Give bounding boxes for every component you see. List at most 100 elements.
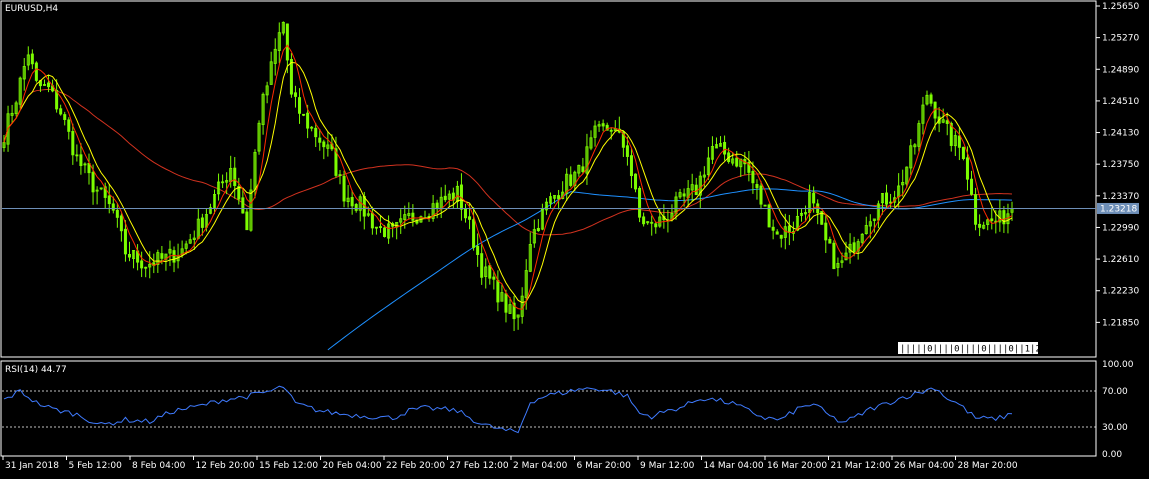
candle-body bbox=[625, 145, 629, 157]
candle-body bbox=[787, 225, 791, 233]
y-tick-label: 1.22610 bbox=[1102, 255, 1139, 265]
y-tick-label: 1.25270 bbox=[1102, 34, 1139, 44]
candle-body bbox=[828, 238, 832, 244]
rsi-tick-label: 70.00 bbox=[1102, 387, 1128, 397]
y-tick-label: 1.22230 bbox=[1102, 287, 1139, 297]
current-price-label: 1.23218 bbox=[1100, 204, 1137, 214]
candle-body bbox=[200, 217, 204, 228]
rsi-tick-label: 0.00 bbox=[1102, 450, 1122, 460]
ma-line-140 bbox=[327, 188, 1013, 351]
candle-body bbox=[723, 142, 727, 155]
x-tick-label: 12 Feb 20:00 bbox=[196, 461, 255, 471]
candle-body bbox=[957, 135, 961, 148]
x-tick-label: 28 Mar 20:00 bbox=[958, 461, 1018, 471]
candle-body bbox=[961, 146, 965, 160]
candle-body bbox=[172, 250, 176, 263]
candle-body bbox=[978, 223, 982, 228]
trading-chart-window[interactable]: 100.00 70.00 30.00 0.00 1.25650 1.25270 1.248… bbox=[0, 0, 1149, 475]
y-tick-label: 1.23370 bbox=[1102, 192, 1139, 202]
countdown-text: |||||0||||0||||0||||0||1|22:30 bbox=[900, 345, 1063, 355]
x-tick-label: 21 Mar 12:00 bbox=[831, 461, 891, 471]
chart-canvas[interactable]: 100.00 70.00 30.00 0.00 1.25650 1.25270 1.248… bbox=[0, 0, 1149, 475]
candle-body bbox=[47, 82, 51, 88]
candle-body bbox=[374, 226, 378, 229]
candle-body bbox=[435, 202, 439, 210]
candle-body bbox=[557, 195, 561, 200]
candle-body bbox=[443, 195, 447, 201]
x-tick-label: 26 Mar 04:00 bbox=[894, 461, 954, 471]
candle-body bbox=[111, 203, 115, 211]
candle-body bbox=[160, 253, 164, 259]
candle-body bbox=[127, 254, 132, 258]
candle-body bbox=[115, 209, 119, 218]
candle-body bbox=[812, 192, 816, 204]
rsi-tick-label: 30.00 bbox=[1102, 423, 1128, 433]
x-tick-label: 8 Feb 04:00 bbox=[132, 461, 186, 471]
candle-body bbox=[504, 293, 508, 313]
candle-body bbox=[123, 228, 127, 255]
candle-body bbox=[581, 166, 585, 173]
candle-body bbox=[75, 154, 79, 157]
rsi-title: RSI(14) 44.77 bbox=[5, 365, 67, 375]
candle-body bbox=[601, 123, 605, 127]
candle-body bbox=[682, 193, 686, 197]
candle-body bbox=[298, 97, 302, 114]
candle-body bbox=[30, 53, 34, 65]
candle-body bbox=[59, 108, 63, 115]
candle-body bbox=[314, 127, 318, 138]
candle-body bbox=[119, 215, 123, 232]
candle-body bbox=[638, 187, 642, 218]
candle-body bbox=[488, 265, 492, 279]
candle-body bbox=[759, 185, 763, 205]
candle-body bbox=[285, 23, 289, 61]
x-tick-label: 16 Mar 20:00 bbox=[767, 461, 827, 471]
candle-body bbox=[370, 212, 374, 229]
candle-body bbox=[735, 157, 739, 167]
y-tick-label: 1.24510 bbox=[1102, 97, 1139, 107]
y-tick-label: 1.21850 bbox=[1102, 318, 1139, 328]
candle-body bbox=[302, 113, 306, 116]
candle-body bbox=[472, 219, 476, 248]
candle-body bbox=[763, 204, 767, 207]
candle-body bbox=[496, 279, 500, 303]
rsi-pane-frame bbox=[0, 360, 1097, 457]
ma-line-50 bbox=[3, 88, 1013, 236]
candle-body bbox=[237, 186, 241, 200]
candle-body bbox=[974, 194, 978, 225]
candle-body bbox=[241, 197, 245, 214]
candle-body bbox=[322, 141, 326, 148]
candle-body bbox=[342, 175, 346, 202]
candle-body bbox=[463, 208, 468, 219]
x-tick-label: 6 Mar 20:00 bbox=[577, 461, 632, 471]
candle-body bbox=[852, 242, 856, 253]
candle-body bbox=[775, 231, 779, 235]
candle-body bbox=[480, 253, 484, 278]
candle-body bbox=[824, 222, 828, 241]
candle-body bbox=[144, 266, 148, 269]
ma-line-8 bbox=[3, 62, 1013, 304]
candle-body bbox=[609, 129, 613, 132]
candle-body bbox=[771, 226, 775, 231]
symbol-title: EURUSD,H4 bbox=[5, 4, 58, 14]
candle-body bbox=[383, 227, 387, 237]
candle-body bbox=[233, 167, 237, 187]
main-pane-frame bbox=[0, 0, 1097, 358]
candle-body bbox=[751, 171, 755, 184]
candle-body bbox=[970, 178, 974, 195]
candlestick-series bbox=[2, 21, 1014, 332]
candle-body bbox=[990, 218, 994, 221]
rsi-tick-label: 100.00 bbox=[1102, 360, 1134, 370]
candle-body bbox=[306, 112, 310, 129]
candle-body bbox=[245, 211, 249, 231]
x-tick-label: 9 Mar 12:00 bbox=[640, 461, 695, 471]
ma-line-5 bbox=[3, 44, 1013, 310]
candle-body bbox=[536, 227, 540, 232]
current-price-tag: 1.23218 bbox=[1097, 202, 1139, 214]
x-tick-label: 14 Mar 04:00 bbox=[704, 461, 764, 471]
candle-body bbox=[832, 242, 836, 270]
countdown-indicator: |||||0||||0||||0||||0||1|22:30 bbox=[898, 342, 1063, 355]
candle-body bbox=[140, 260, 144, 269]
y-tick-label: 1.24890 bbox=[1102, 65, 1139, 75]
candle-body bbox=[569, 174, 573, 186]
candle-body bbox=[289, 58, 293, 95]
